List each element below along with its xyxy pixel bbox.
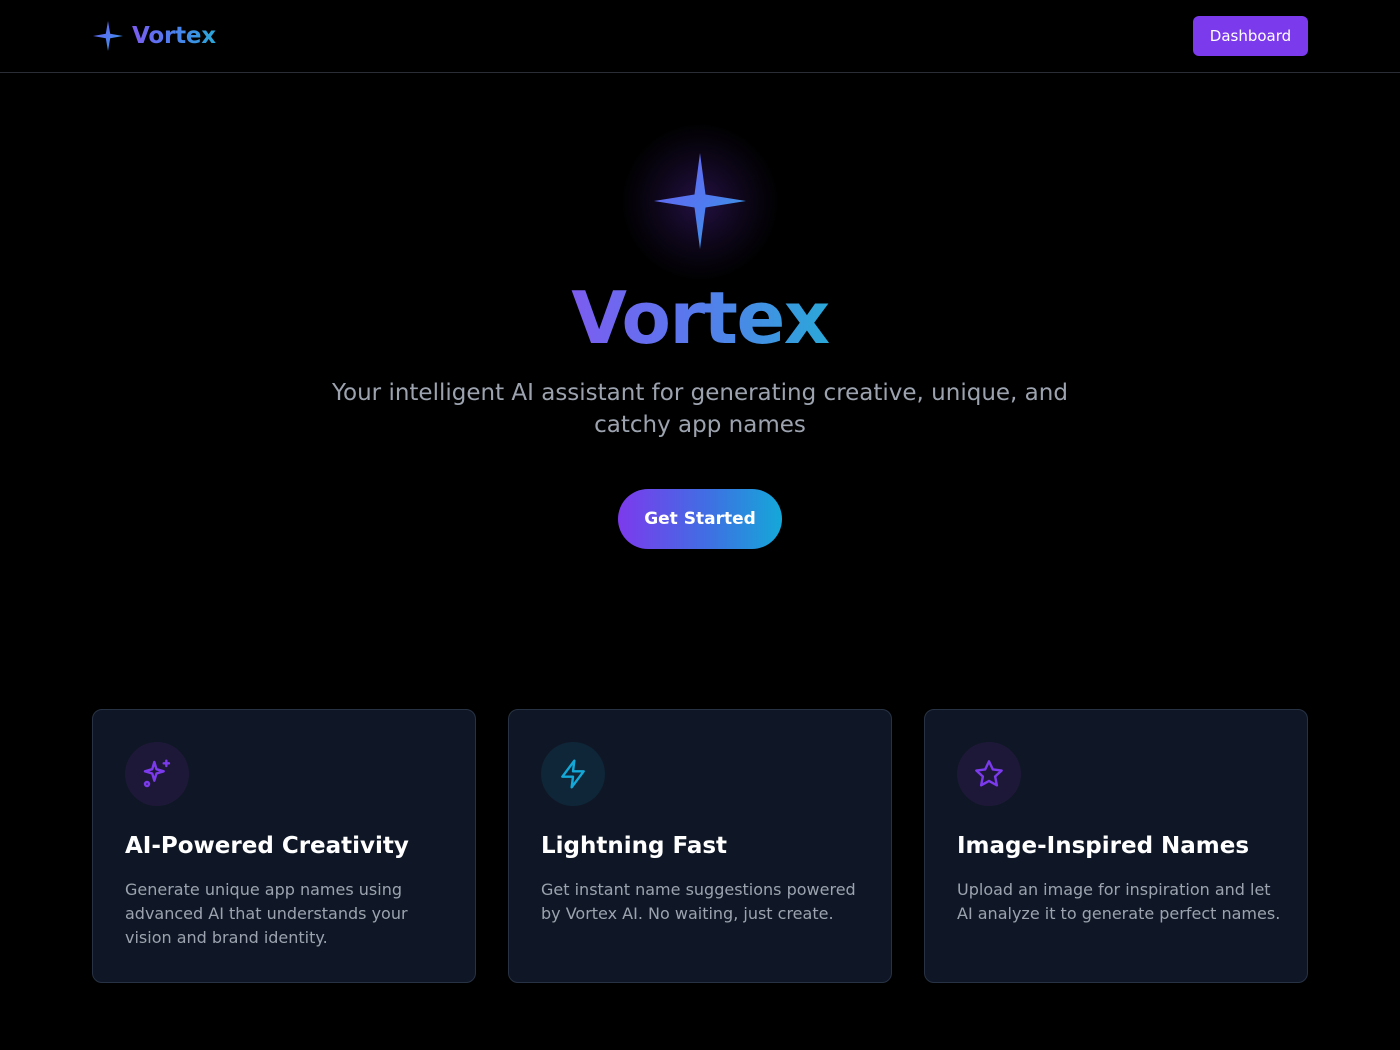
- feature-card-lightning-fast: Lightning Fast Get instant name suggesti…: [508, 709, 892, 983]
- feature-description: Get instant name suggestions powered by …: [541, 880, 856, 923]
- star-outline-icon: [975, 760, 1003, 787]
- feature-description: Upload an image for inspiration and let …: [957, 880, 1281, 923]
- lightning-bolt-icon: [561, 759, 585, 789]
- feature-description: Generate unique app names using advanced…: [125, 880, 408, 947]
- brand-logo[interactable]: Vortex: [92, 18, 216, 54]
- hero-subtitle: Your intelligent AI assistant for genera…: [332, 380, 1068, 438]
- feature-card-ai-creativity: AI-Powered Creativity Generate unique ap…: [92, 709, 476, 983]
- feature-title: Lightning Fast: [541, 833, 728, 859]
- sparkle-star-icon: [93, 21, 123, 51]
- brand-name: Vortex: [132, 23, 216, 49]
- feature-icon-badge: [125, 742, 189, 806]
- hero-title-text: Vortex: [571, 276, 830, 360]
- get-started-button[interactable]: Get Started: [618, 489, 782, 549]
- hero-title: Vortex: [0, 276, 1400, 360]
- sparkles-icon: [143, 759, 171, 788]
- top-nav: Vortex Dashboard: [0, 0, 1400, 73]
- feature-title: Image-Inspired Names: [957, 833, 1250, 859]
- four-point-star-icon: [654, 153, 746, 249]
- feature-icon-badge: [957, 742, 1021, 806]
- feature-card-image-inspired: Image-Inspired Names Upload an image for…: [924, 709, 1308, 983]
- feature-title: AI-Powered Creativity: [125, 833, 409, 859]
- feature-icon-badge: [541, 742, 605, 806]
- dashboard-button[interactable]: Dashboard: [1193, 16, 1308, 56]
